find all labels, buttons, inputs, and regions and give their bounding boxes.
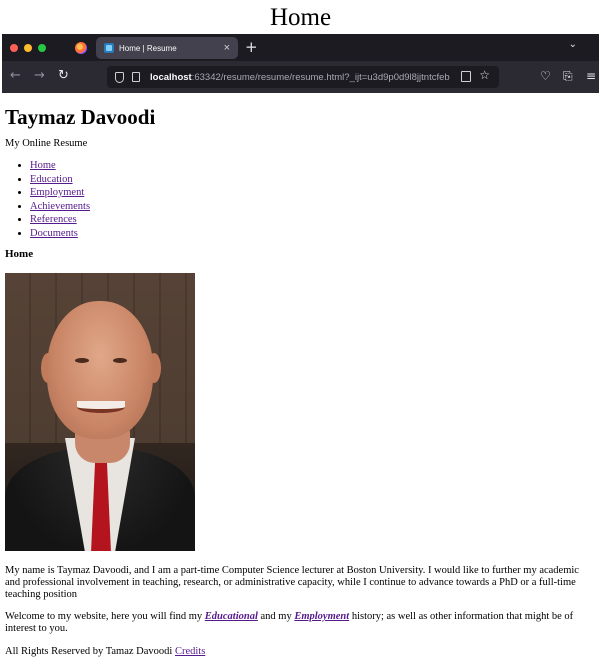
browser-window: Home | Resume × + ⌄ ← → ↻ localhost:6334… xyxy=(2,34,599,93)
hamburger-menu-icon[interactable]: ≡ xyxy=(586,69,596,83)
employment-link-text: Employment xyxy=(294,611,350,622)
page-title: Taymaz Davoodi xyxy=(5,105,156,129)
nav-link-achievements[interactable]: Achievements xyxy=(30,201,90,212)
tab-home-resume[interactable]: Home | Resume × xyxy=(96,37,238,59)
nav-item: Documents xyxy=(30,227,601,241)
pocket-icon[interactable]: ♡ xyxy=(540,69,551,83)
firefox-icon[interactable] xyxy=(75,42,87,54)
nav-item: Employment xyxy=(30,186,601,200)
tab-bar: Home | Resume × + ⌄ xyxy=(2,34,599,61)
list-all-tabs-icon[interactable]: ⌄ xyxy=(569,39,577,50)
nav-link-documents[interactable]: Documents xyxy=(30,228,78,239)
site-nav: Home Education Employment Achievements R… xyxy=(5,159,601,240)
welcome-text: Welcome to my website, here you will fin… xyxy=(5,611,205,622)
intro-paragraph: My name is Taymaz Davoodi, and I am a pa… xyxy=(5,565,579,600)
profile-photo xyxy=(5,273,195,551)
nav-link-education[interactable]: Education xyxy=(30,174,73,185)
section-title: Home xyxy=(5,248,34,260)
page-subtitle: My Online Resume xyxy=(5,138,88,149)
url-text[interactable]: localhost:63342/resume/resume/resume.htm… xyxy=(150,72,450,83)
welcome-paragraph: Welcome to my website, here you will fin… xyxy=(5,611,601,635)
navigation-toolbar: ← → ↻ localhost:63342/resume/resume/resu… xyxy=(2,61,599,93)
educational-link[interactable]: Educational xyxy=(205,611,258,622)
footer-text: All Rights Reserved by Tamaz Davoodi xyxy=(5,646,175,657)
address-bar[interactable]: localhost:63342/resume/resume/resume.htm… xyxy=(107,66,499,88)
screenshot-caption: Home xyxy=(269,4,332,31)
nav-link-home[interactable]: Home xyxy=(30,160,56,171)
welcome-text: and my xyxy=(257,611,295,622)
bookmark-star-icon[interactable]: ☆ xyxy=(479,68,490,82)
employment-link[interactable]: Employment xyxy=(294,611,349,622)
webstorm-favicon-icon xyxy=(104,43,114,53)
reload-button[interactable]: ↻ xyxy=(58,68,69,83)
tracking-shield-icon[interactable] xyxy=(115,71,124,83)
maximize-window-icon[interactable] xyxy=(38,43,46,52)
tab-title: Home | Resume xyxy=(119,43,177,53)
url-path: :63342/resume/resume/resume.html?_ijt=u3… xyxy=(191,71,450,83)
page-info-icon[interactable] xyxy=(132,72,140,82)
credits-link[interactable]: Credits xyxy=(175,646,205,657)
nav-link-references[interactable]: References xyxy=(30,214,77,225)
page-content: Taymaz Davoodi My Online Resume Home Edu… xyxy=(0,105,601,658)
footer: All Rights Reserved by Tamaz Davoodi Cre… xyxy=(5,646,601,658)
close-window-icon[interactable] xyxy=(10,43,18,52)
window-controls xyxy=(10,43,46,52)
forward-button[interactable]: → xyxy=(34,68,45,83)
nav-link-employment[interactable]: Employment xyxy=(30,187,84,198)
back-button[interactable]: ← xyxy=(10,68,21,83)
url-host: localhost xyxy=(150,71,192,83)
nav-item: References xyxy=(30,213,601,227)
nav-item: Home xyxy=(30,159,601,173)
nav-item: Achievements xyxy=(30,200,601,214)
nav-item: Education xyxy=(30,173,601,187)
close-tab-icon[interactable]: × xyxy=(224,42,230,54)
extensions-icon[interactable]: ⎘ xyxy=(563,69,573,84)
minimize-window-icon[interactable] xyxy=(24,43,32,52)
new-tab-button[interactable]: + xyxy=(245,38,258,56)
reader-view-icon[interactable] xyxy=(461,71,471,82)
educational-link-text: Educational xyxy=(204,611,258,622)
